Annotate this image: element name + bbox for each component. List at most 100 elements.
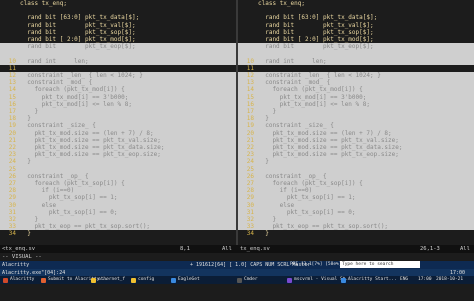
code-text[interactable]: constraint _op_ { [20,173,88,180]
code-line[interactable]: 16 pkt_tx_mod[i] <= len % 8; [0,100,236,108]
code-line[interactable]: 24 } [0,158,236,166]
code-text[interactable]: rand bit [ 2:0] pkt_tx_mod[$]; [20,36,135,43]
code-line[interactable]: 21 pkt_tx_mod.size == pkt_tx_val.size; [0,136,236,144]
code-line[interactable]: 25 [0,165,236,173]
code-text[interactable]: } [20,115,31,122]
code-line[interactable]: 19 constraint _size_ { [0,122,236,130]
code-text[interactable]: } [258,108,276,115]
code-text[interactable]: rand bit [63:0] pkt_tx_data[$]; [258,14,377,21]
code-line[interactable]: 22 pkt_tx_mod.size == pkt_tx_data.size; [238,144,474,152]
code-text[interactable]: pkt_tx_eop == pkt_tx_sop.sort(); [20,223,150,230]
code-line[interactable]: 18 } [0,115,236,123]
code-text[interactable]: pkt_tx_sop[i] == 0; [258,209,356,216]
code-text[interactable]: if (i==0) [258,187,313,194]
code-line[interactable]: 21 pkt_tx_mod.size == pkt_tx_val.size; [238,136,474,144]
code-line[interactable]: 30 else [238,201,474,209]
taskbar-time[interactable]: 17:00 [418,276,432,284]
code-line[interactable]: 33 pkt_tx_eop == pkt_tx_sop.sort(); [238,223,474,231]
code-line[interactable]: 28 if (i==0) [0,187,236,195]
taskbar-item[interactable]: ethernet_f [90,276,125,284]
code-text[interactable]: pkt_tx_sop[i] == 1; [20,194,118,201]
code-line[interactable]: 14 foreach (pkt_tx_mod[i]) { [0,86,236,94]
code-text[interactable]: foreach (pkt_tx_sop[i]) { [258,180,362,187]
code-text[interactable]: constraint _size_ { [258,122,334,129]
code-line[interactable]: 34 } [238,230,474,237]
code-line[interactable]: 13 constraint _mod_ { [0,79,236,87]
code-text[interactable]: rand bit [63:0] pkt_tx_data[$]; [20,14,139,21]
code-text[interactable]: constraint _mod_ { [20,79,92,86]
code-line[interactable]: 26 constraint _op_ { [238,172,474,180]
code-text[interactable]: pkt_tx_mod[i] == 3'b000; [258,94,367,101]
left-editor-pane[interactable]: class tx_enq; rand bit [63:0] pkt_tx_dat… [0,0,236,245]
code-line[interactable]: 14 foreach (pkt_tx_mod[i]) { [238,86,474,94]
code-line[interactable]: 25 [238,165,474,173]
code-line[interactable]: 15 pkt_tx_mod[i] == 3'b000; [238,93,474,101]
code-text[interactable]: rand bit pkt_tx_sop[$]; [258,29,373,36]
code-text[interactable]: foreach (pkt_tx_sop[i]) { [20,180,124,187]
code-text[interactable]: pkt_tx_eop == pkt_tx_sop.sort(); [258,223,388,230]
code-text[interactable]: } [258,158,269,165]
code-line[interactable]: rand bit pkt_tx_sop[$]; [238,29,474,36]
code-line[interactable] [238,7,474,14]
code-text[interactable]: else [20,202,56,209]
code-line[interactable]: 11 [0,65,236,72]
code-line[interactable]: 10 rand int len; [0,57,236,65]
code-text[interactable]: rand bit pkt_tx_val[$]; [20,22,135,29]
taskbar-item[interactable]: Cmder [236,276,258,284]
code-line[interactable]: 24 } [238,158,474,166]
code-text[interactable]: pkt_tx_sop[i] == 0; [20,209,118,216]
code-line[interactable]: 20 pkt_tx_mod.size == (len + 7) / 8; [238,129,474,137]
code-line[interactable]: 32 } [238,216,474,224]
code-text[interactable]: } [258,115,269,122]
code-line[interactable]: 16 pkt_tx_mod[i] <= len % 8; [238,100,474,108]
code-line[interactable]: rand bit [63:0] pkt_tx_data[$]; [238,14,474,21]
code-line[interactable]: 18 } [238,115,474,123]
code-text[interactable]: pkt_tx_mod[i] == 3'b000; [20,94,129,101]
code-line[interactable]: rand bit [ 2:0] pkt_tx_mod[$]; [0,36,236,43]
code-text[interactable]: constraint _size_ { [20,122,96,129]
code-text[interactable]: rand bit pkt_tx_eop[$]; [258,43,373,50]
code-text[interactable]: } [20,158,31,165]
code-text[interactable]: pkt_tx_mod.size == (len + 7) / 8; [20,130,153,137]
code-text[interactable]: pkt_tx_mod.size == pkt_tx_data.size; [258,144,402,151]
code-text[interactable]: constraint _len_ { len < 1024; } [20,72,143,79]
code-line[interactable]: 17 } [0,108,236,116]
code-line[interactable] [238,50,474,58]
code-text[interactable]: foreach (pkt_tx_mod[i]) { [20,86,124,93]
code-text[interactable]: } [20,230,31,237]
code-line[interactable]: 17 } [238,108,474,116]
code-text[interactable]: foreach (pkt_tx_mod[i]) { [258,86,362,93]
code-line[interactable]: rand bit [ 2:0] pkt_tx_mod[$]; [238,36,474,43]
code-text[interactable]: pkt_tx_mod.size == pkt_tx_eop.size; [258,151,398,158]
code-line[interactable]: class tx_enq; [238,0,474,7]
taskbar-item[interactable]: config [130,276,154,284]
code-line[interactable]: 30 else [0,201,236,209]
code-line[interactable]: 22 pkt_tx_mod.size == pkt_tx_data.size; [0,144,236,152]
taskbar-item[interactable]: EagleGet [170,276,200,284]
code-line[interactable]: 32 } [0,216,236,224]
code-line[interactable]: 26 constraint _op_ { [0,172,236,180]
code-line[interactable]: 29 pkt_tx_sop[i] == 1; [238,194,474,202]
code-line[interactable]: 34 } [0,230,236,237]
code-text[interactable]: pkt_tx_mod[i] <= len % 8; [258,101,370,108]
code-text[interactable]: rand int len; [20,58,88,65]
search-input[interactable]: Type here to search [340,261,420,268]
code-text[interactable]: } [258,216,276,223]
code-text[interactable]: } [20,216,38,223]
taskbar-date[interactable]: 2018-10-21 [436,276,463,284]
code-text[interactable]: pkt_tx_mod[i] <= len % 8; [20,101,132,108]
code-line[interactable]: rand bit pkt_tx_sop[$]; [0,29,236,36]
code-text[interactable]: pkt_tx_mod.size == (len + 7) / 8; [258,130,391,137]
code-line[interactable]: 28 if (i==0) [238,187,474,195]
language-indicator[interactable]: ENG [400,276,408,284]
code-text[interactable]: constraint _len_ { len < 1024; } [258,72,381,79]
taskbar-item[interactable]: Alacritty [2,276,34,284]
code-text[interactable]: rand bit pkt_tx_eop[$]; [20,43,135,50]
code-line[interactable]: rand bit pkt_tx_val[$]; [238,22,474,29]
code-line[interactable] [0,7,236,14]
code-line[interactable] [0,50,236,58]
code-line[interactable]: 20 pkt_tx_mod.size == (len + 7) / 8; [0,129,236,137]
code-text[interactable]: else [258,202,294,209]
code-line[interactable]: 11 [238,65,474,72]
code-text[interactable]: if (i==0) [20,187,75,194]
